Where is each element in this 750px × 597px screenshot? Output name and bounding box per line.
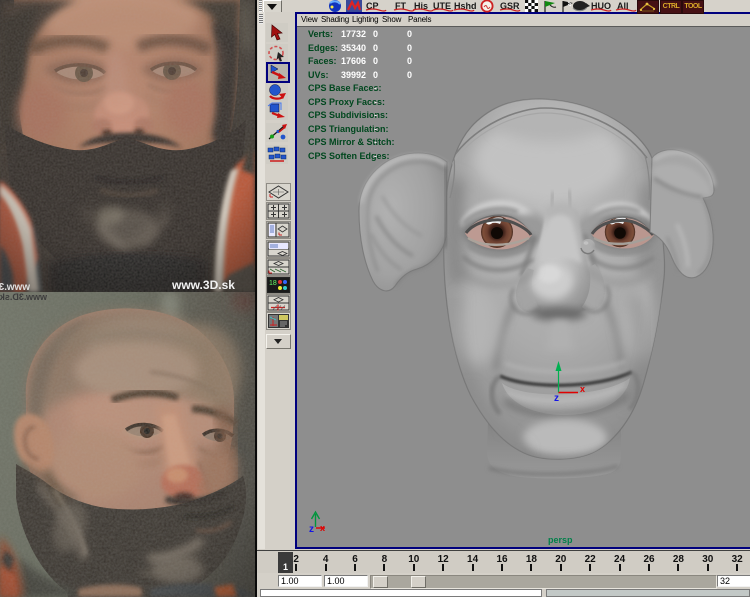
svg-text:www.3: www.3 <box>0 282 31 292</box>
svg-text:18: 18 <box>269 280 277 287</box>
svg-text:www.3D.sk: www.3D.sk <box>0 292 48 302</box>
svg-text:x: x <box>320 523 325 533</box>
svg-text:x: x <box>580 384 585 394</box>
svg-text:z: z <box>309 524 314 535</box>
svg-text:www.3D.sk: www.3D.sk <box>171 278 235 292</box>
svg-text:z: z <box>554 393 559 404</box>
